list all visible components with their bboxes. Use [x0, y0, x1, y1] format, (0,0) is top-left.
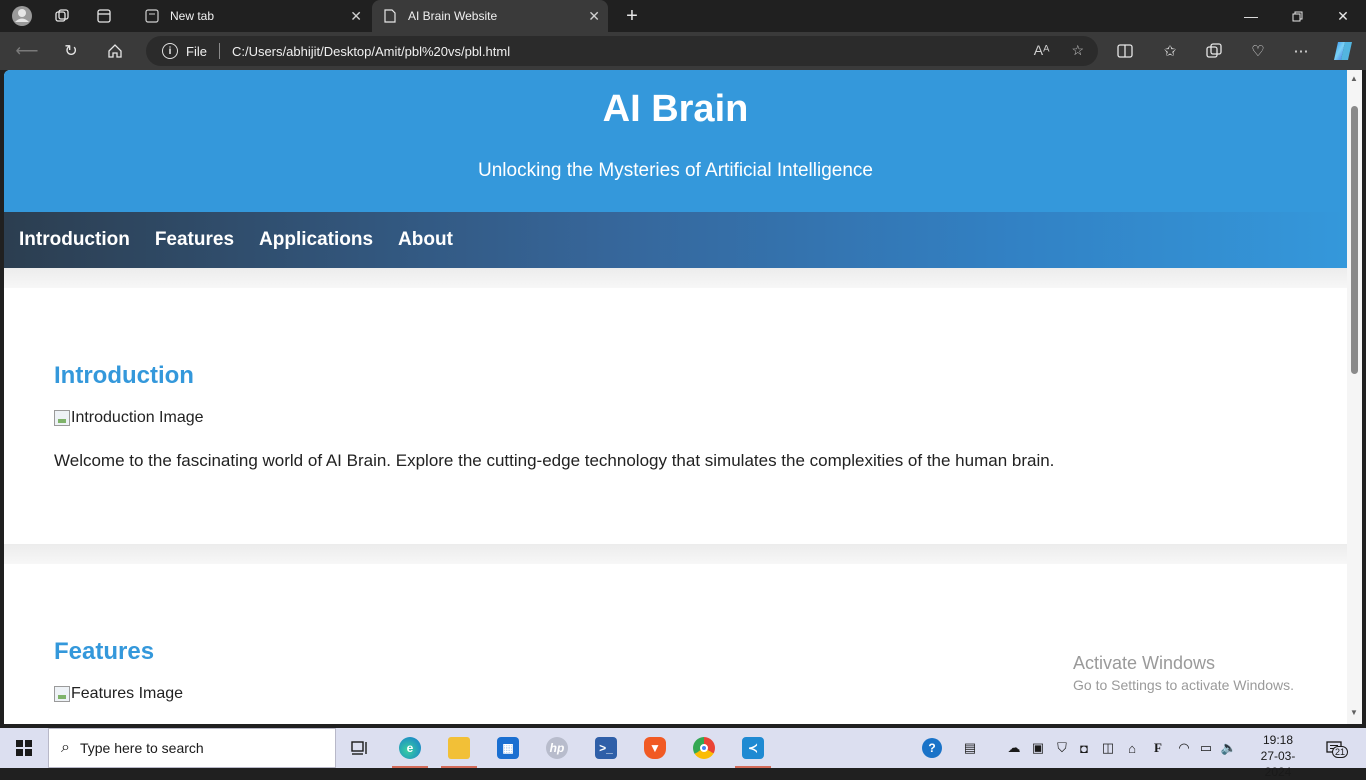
image-alt-text: Introduction Image	[71, 409, 204, 426]
tab-actions-icon[interactable]	[92, 4, 116, 28]
volume-icon[interactable]: 🔈	[1218, 728, 1240, 768]
document-icon	[382, 8, 398, 24]
refresh-icon[interactable]: ↻	[58, 38, 84, 64]
section-title: Introduction	[54, 362, 194, 389]
browser-window: New tab ✕ AI Brain Website ✕ + ― ✕ ⟵ ↻ i…	[0, 0, 1366, 728]
app-tray-icon[interactable]: ▣	[1028, 728, 1048, 768]
windows-start-icon[interactable]	[0, 728, 48, 768]
close-tab-icon[interactable]: ✕	[588, 8, 600, 25]
read-aloud-icon[interactable]: Aᴬ	[1034, 42, 1050, 59]
heart-pulse-icon[interactable]: ♡	[1245, 38, 1271, 64]
star-icon[interactable]: ☆	[1071, 42, 1084, 59]
search-icon: ⌕	[61, 739, 70, 756]
f-app-icon[interactable]: F	[1148, 728, 1168, 768]
scroll-up-icon[interactable]: ▲	[1350, 74, 1358, 83]
usb-icon[interactable]: ⌂	[1122, 728, 1142, 768]
url-text[interactable]: C:/Users/abhijit/Desktop/Amit/pbl%20vs/p…	[232, 44, 510, 59]
broken-image-icon	[54, 686, 70, 702]
edge-icon[interactable]: e	[390, 732, 430, 768]
site-header: AI Brain Unlocking the Mysteries of Arti…	[4, 70, 1347, 212]
section-gap	[4, 544, 1347, 564]
tab-new-tab[interactable]: New tab ✕	[132, 0, 370, 32]
microsoft-store-icon[interactable]: ▦	[488, 732, 528, 764]
address-actions: Aᴬ ☆	[1034, 42, 1084, 59]
wifi-icon[interactable]: ◠	[1174, 728, 1194, 768]
restore-icon[interactable]	[1274, 0, 1320, 32]
workspaces-icon[interactable]	[50, 4, 74, 28]
site-nav: Introduction Features Applications About	[4, 212, 1347, 268]
copilot-icon[interactable]	[1330, 38, 1356, 64]
image-alt-text: Features Image	[71, 685, 184, 702]
scrollbar-thumb[interactable]	[1351, 106, 1358, 374]
taskbar-search[interactable]: ⌕ Type here to search	[48, 728, 336, 768]
clock-date: 27-03-2024	[1260, 749, 1296, 779]
section-features: Features Features Image	[4, 564, 1347, 724]
display-icon[interactable]: ◫	[1098, 728, 1118, 768]
divider	[218, 43, 220, 59]
hp-icon[interactable]: hp	[537, 732, 577, 764]
new-tab-page-icon	[144, 8, 160, 24]
system-clock[interactable]: 19:18 27-03-2024	[1248, 732, 1308, 780]
collections-icon[interactable]	[1201, 38, 1227, 64]
task-view-icon[interactable]	[340, 732, 380, 764]
help-icon[interactable]: ?	[920, 728, 944, 768]
news-icon[interactable]: ▤	[958, 728, 982, 768]
tab-bar: New tab ✕ AI Brain Website ✕ + ― ✕	[0, 0, 1366, 32]
info-icon[interactable]: i	[162, 43, 178, 59]
close-window-icon[interactable]: ✕	[1320, 0, 1366, 32]
favorites-icon[interactable]: ✩	[1157, 38, 1183, 64]
nav-link-applications[interactable]: Applications	[259, 229, 373, 251]
vpn-icon[interactable]: ◘	[1074, 728, 1094, 768]
taskbar: ⌕ Type here to search e ▦ hp >_ ▼ ≺ ? ▤ …	[0, 728, 1366, 779]
battery-icon[interactable]: ▭	[1196, 728, 1216, 768]
search-placeholder: Type here to search	[79, 740, 204, 756]
vscode-icon[interactable]: ≺	[733, 732, 773, 768]
split-screen-icon[interactable]	[1112, 38, 1138, 64]
clock-time: 19:18	[1262, 733, 1294, 747]
home-icon[interactable]	[102, 38, 128, 64]
notification-count: 21	[1332, 746, 1349, 758]
file-explorer-icon[interactable]	[439, 732, 479, 768]
notification-icon[interactable]: 21	[1322, 738, 1349, 758]
security-icon[interactable]: ⛉	[1052, 728, 1072, 768]
broken-image-icon	[54, 410, 70, 426]
nav-link-about[interactable]: About	[398, 229, 453, 251]
section-text: Welcome to the fascinating world of AI B…	[54, 451, 1055, 470]
address-toolbar: ⟵ ↻ i File C:/Users/abhijit/Desktop/Amit…	[0, 32, 1366, 70]
tab-ai-brain-website[interactable]: AI Brain Website ✕	[372, 0, 608, 32]
minimize-icon[interactable]: ―	[1228, 0, 1274, 32]
nav-link-introduction[interactable]: Introduction	[19, 229, 130, 251]
more-icon[interactable]: ⋯	[1288, 38, 1314, 64]
site-subtitle: Unlocking the Mysteries of Artificial In…	[478, 160, 873, 181]
brave-icon[interactable]: ▼	[635, 732, 675, 764]
profile-icon[interactable]	[10, 4, 34, 28]
scheme-label: File	[186, 43, 207, 59]
chrome-icon[interactable]	[684, 732, 724, 764]
powershell-icon[interactable]: >_	[586, 732, 626, 764]
back-arrow-icon[interactable]: ⟵	[14, 38, 40, 64]
watermark-subtitle: Go to Settings to activate Windows.	[1073, 677, 1294, 693]
vertical-scrollbar[interactable]: ▲ ▼	[1347, 70, 1362, 724]
tab-title: New tab	[170, 9, 215, 23]
section-gap	[4, 268, 1347, 288]
site-title: AI Brain	[602, 88, 749, 130]
section-introduction: Introduction Introduction Image Welcome …	[4, 288, 1347, 544]
close-tab-icon[interactable]: ✕	[350, 8, 362, 25]
scroll-down-icon[interactable]: ▼	[1350, 708, 1358, 717]
plus-icon[interactable]: +	[620, 4, 644, 28]
tab-title: AI Brain Website	[408, 9, 498, 23]
activate-windows-watermark: Activate Windows Go to Settings to activ…	[1073, 652, 1294, 695]
network-cloud-icon[interactable]: ☁	[1004, 728, 1024, 768]
nav-link-features[interactable]: Features	[155, 229, 234, 251]
watermark-title: Activate Windows	[1073, 653, 1216, 673]
address-bar[interactable]: i File C:/Users/abhijit/Desktop/Amit/pbl…	[146, 36, 1098, 66]
broken-image: Introduction Image	[54, 408, 1347, 428]
page-viewport: AI Brain Unlocking the Mysteries of Arti…	[4, 70, 1347, 724]
